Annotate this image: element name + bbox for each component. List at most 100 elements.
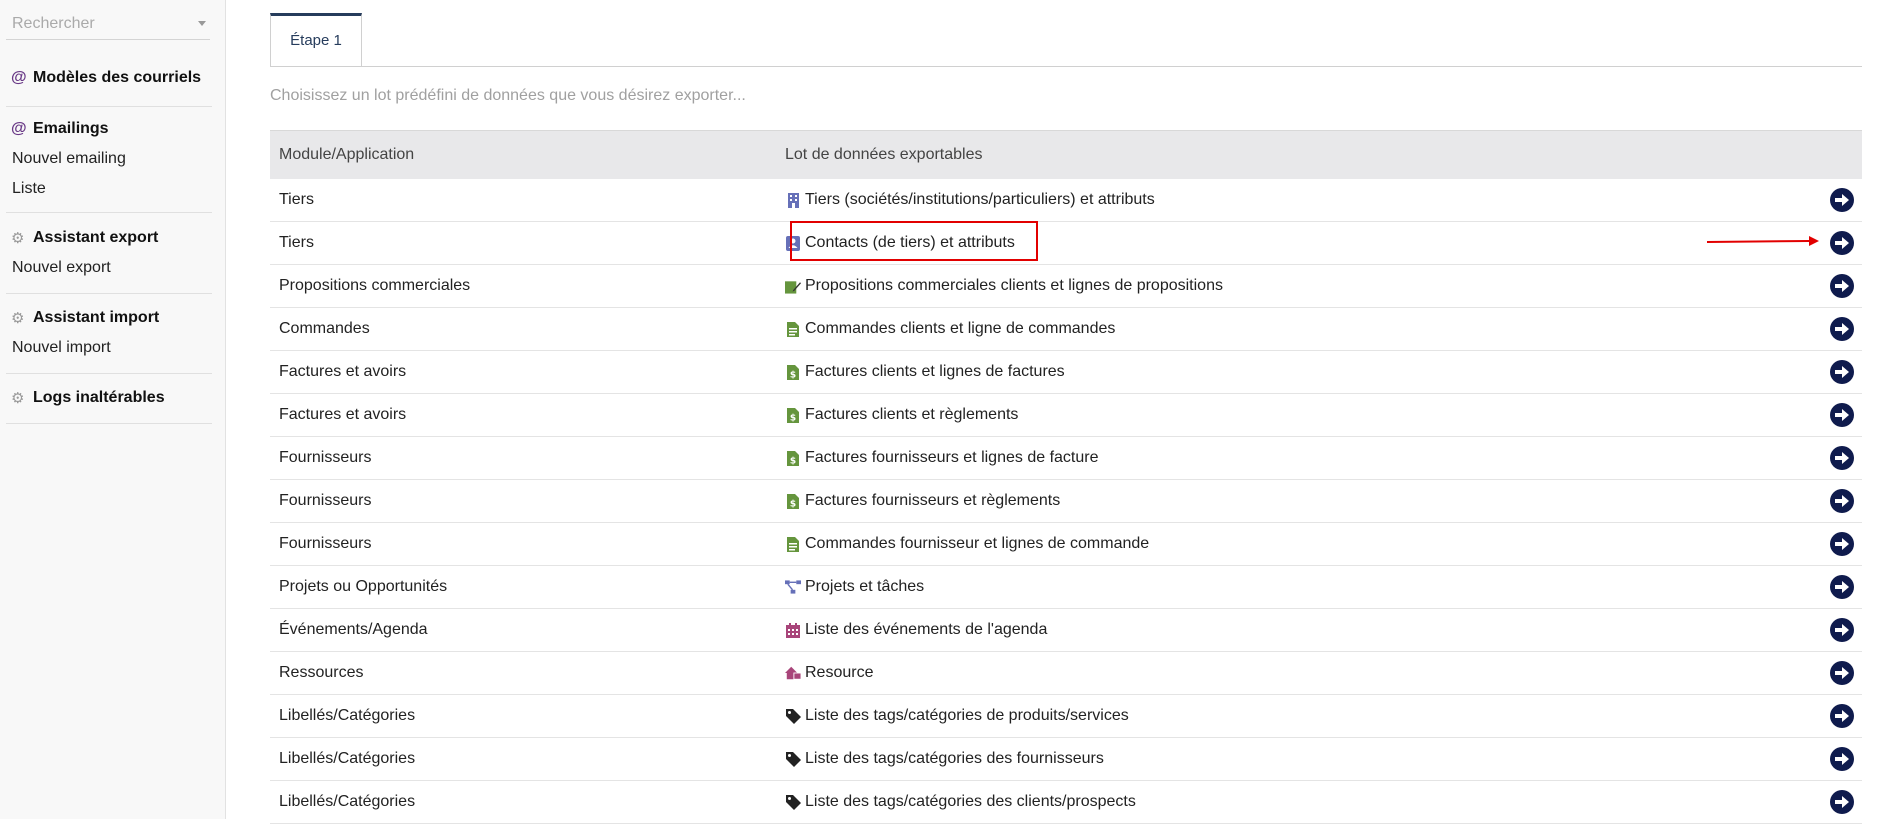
table-header: Module/Application Lot de données export… bbox=[270, 130, 1862, 179]
lot-cell[interactable]: Liste des tags/catégories des clients/pr… bbox=[785, 793, 1802, 811]
lot-label: Commandes clients et ligne de commandes bbox=[805, 320, 1116, 337]
table-row[interactable]: Événements/Agenda Liste des événements de… bbox=[270, 609, 1862, 652]
module-cell: Tiers bbox=[279, 234, 314, 251]
module-cell: Fournisseurs bbox=[279, 449, 372, 466]
arrow-right-circle-icon[interactable] bbox=[1830, 360, 1854, 384]
menu-item-liste[interactable]: Liste bbox=[6, 174, 212, 204]
menu-title-logs-inalterables[interactable]: ⚙ Logs inaltérables bbox=[6, 383, 212, 413]
lot-label: Liste des tags/catégories de produits/se… bbox=[805, 707, 1129, 724]
menu-item-nouvel-export[interactable]: Nouvel export bbox=[6, 253, 212, 283]
menu-title-assistant-import[interactable]: ⚙ Assistant import bbox=[6, 303, 212, 333]
document-icon bbox=[785, 536, 801, 552]
lot-label: Tiers (sociétés/institutions/particulier… bbox=[805, 191, 1155, 208]
module-cell: Tiers bbox=[279, 191, 314, 208]
lot-label: Projets et tâches bbox=[805, 578, 925, 595]
svg-text:$: $ bbox=[790, 456, 796, 466]
lot-cell[interactable]: Projets et tâches bbox=[785, 578, 1802, 596]
project-tree-icon bbox=[785, 579, 801, 595]
lot-cell[interactable]: Tiers (sociétés/institutions/particulier… bbox=[785, 191, 1802, 209]
svg-text:$: $ bbox=[790, 413, 796, 423]
arrow-right-circle-icon[interactable] bbox=[1830, 188, 1854, 212]
arrow-right-circle-icon[interactable] bbox=[1830, 489, 1854, 513]
table-row[interactable]: Fournisseurs $ Factures fournisseurs et li… bbox=[270, 437, 1862, 480]
table-row[interactable]: Ressources Resource bbox=[270, 652, 1862, 695]
table-row[interactable]: Propositions commerciales Propositions co… bbox=[270, 265, 1862, 308]
module-cell: Fournisseurs bbox=[279, 492, 372, 509]
arrow-right-circle-icon[interactable] bbox=[1830, 403, 1854, 427]
gears-icon: ⚙ bbox=[11, 390, 25, 407]
arrow-right-circle-icon[interactable] bbox=[1830, 704, 1854, 728]
lot-cell[interactable]: Liste des tags/catégories de produits/se… bbox=[785, 707, 1802, 725]
highlight-box bbox=[790, 221, 1038, 261]
arrow-right-circle-icon[interactable] bbox=[1830, 231, 1854, 255]
menu-title-assistant-export[interactable]: ⚙ Assistant export bbox=[6, 223, 212, 253]
table-row[interactable]: Factures et avoirs $ Factures clients et r… bbox=[270, 394, 1862, 437]
gears-icon: ⚙ bbox=[11, 310, 25, 327]
module-cell: Libellés/Catégories bbox=[279, 707, 416, 724]
arrow-right-circle-icon[interactable] bbox=[1830, 790, 1854, 814]
module-cell: Factures et avoirs bbox=[279, 363, 407, 380]
menu-title-label: Assistant export bbox=[33, 229, 159, 246]
arrow-right-circle-icon[interactable] bbox=[1830, 532, 1854, 556]
table-row[interactable]: Tiers Contacts (de tiers) et attributs bbox=[270, 222, 1862, 265]
arrow-right-circle-icon[interactable] bbox=[1830, 317, 1854, 341]
arrow-right-circle-icon[interactable] bbox=[1830, 661, 1854, 685]
menu-block-assistant-import: ⚙ Assistant import Nouvel import bbox=[6, 303, 212, 374]
tab-etape-1[interactable]: Étape 1 bbox=[270, 13, 362, 66]
lot-label: Liste des événements de l'agenda bbox=[805, 621, 1048, 638]
invoice-icon: $ bbox=[785, 493, 801, 509]
table-row[interactable]: Commandes Commandes clients et ligne de c… bbox=[270, 308, 1862, 351]
module-cell: Ressources bbox=[279, 664, 364, 681]
table-row[interactable]: Factures et avoirs $ Factures clients et l… bbox=[270, 351, 1862, 394]
arrow-right-circle-icon[interactable] bbox=[1830, 747, 1854, 771]
invoice-icon: $ bbox=[785, 364, 801, 380]
lot-cell[interactable]: Commandes clients et ligne de commandes bbox=[785, 320, 1802, 338]
red-arrow-annotation bbox=[1706, 236, 1819, 246]
tab-bar: Étape 1 bbox=[270, 13, 1862, 67]
lot-cell[interactable]: Propositions commerciales clients et lig… bbox=[785, 277, 1802, 295]
table-row[interactable]: Tiers Tiers (sociétés/institutions/partic… bbox=[270, 179, 1862, 222]
lot-cell[interactable]: $ Factures fournisseurs et lignes de fact… bbox=[785, 449, 1802, 467]
lot-cell[interactable]: Commandes fournisseur et lignes de comma… bbox=[785, 535, 1802, 553]
lot-cell[interactable]: Liste des tags/catégories des fournisseu… bbox=[785, 750, 1802, 768]
lot-cell[interactable]: Liste des événements de l'agenda bbox=[785, 621, 1802, 639]
menu-block-emailings: @ Emailings Nouvel emailing Liste bbox=[6, 114, 212, 213]
lot-cell[interactable]: $ Factures fournisseurs et règlements bbox=[785, 492, 1802, 510]
lot-cell[interactable]: $ Factures clients et règlements bbox=[785, 406, 1802, 424]
table-row[interactable]: Projets ou Opportunités Projets et tâches bbox=[270, 566, 1862, 609]
lot-label: Liste des tags/catégories des clients/pr… bbox=[805, 793, 1136, 810]
lot-cell[interactable]: $ Factures clients et lignes de factures bbox=[785, 363, 1802, 381]
proposal-edit-icon bbox=[785, 278, 801, 294]
table-row[interactable]: Libellés/Catégories Liste des tags/catégo… bbox=[270, 738, 1862, 781]
tag-icon bbox=[785, 751, 801, 767]
table-row[interactable]: Libellés/Catégories Liste des tags/catégo… bbox=[270, 695, 1862, 738]
lot-label: Factures fournisseurs et lignes de factu… bbox=[805, 449, 1099, 466]
menu-item-nouvel-emailing[interactable]: Nouvel emailing bbox=[6, 144, 212, 174]
svg-text:$: $ bbox=[790, 370, 796, 380]
invoice-icon: $ bbox=[785, 407, 801, 423]
module-cell: Propositions commerciales bbox=[279, 277, 471, 294]
resource-icon bbox=[785, 665, 801, 681]
menu-title-modeles-courriels[interactable]: @ Modèles des courriels bbox=[6, 63, 212, 93]
module-cell: Fournisseurs bbox=[279, 535, 372, 552]
menu-title-label: Assistant import bbox=[33, 309, 160, 326]
lot-label: Factures clients et règlements bbox=[805, 406, 1019, 423]
arrow-right-circle-icon[interactable] bbox=[1830, 446, 1854, 470]
module-cell: Événements/Agenda bbox=[279, 621, 428, 638]
arrow-right-circle-icon[interactable] bbox=[1830, 274, 1854, 298]
table-row[interactable]: Fournisseurs Commandes fournisseur et lig… bbox=[270, 523, 1862, 566]
gears-icon: ⚙ bbox=[11, 230, 25, 247]
table-row[interactable]: Fournisseurs $ Factures fournisseurs et rè… bbox=[270, 480, 1862, 523]
menu-item-nouvel-import[interactable]: Nouvel import bbox=[6, 333, 212, 363]
table-row[interactable]: Libellés/Catégories Liste des tags/catégo… bbox=[270, 781, 1862, 824]
arrow-right-circle-icon[interactable] bbox=[1830, 618, 1854, 642]
chevron-down-icon[interactable] bbox=[198, 21, 206, 26]
arrow-right-circle-icon[interactable] bbox=[1830, 575, 1854, 599]
left-sidebar: @ Modèles des courriels @ Emailings Nouv… bbox=[0, 0, 226, 819]
menu-title-emailings[interactable]: @ Emailings bbox=[6, 114, 212, 144]
module-cell: Commandes bbox=[279, 320, 370, 337]
lot-cell[interactable]: Resource bbox=[785, 664, 1802, 682]
lot-label: Factures clients et lignes de factures bbox=[805, 363, 1065, 380]
search-input[interactable] bbox=[6, 10, 192, 38]
menu-title-label: Logs inaltérables bbox=[33, 389, 165, 406]
